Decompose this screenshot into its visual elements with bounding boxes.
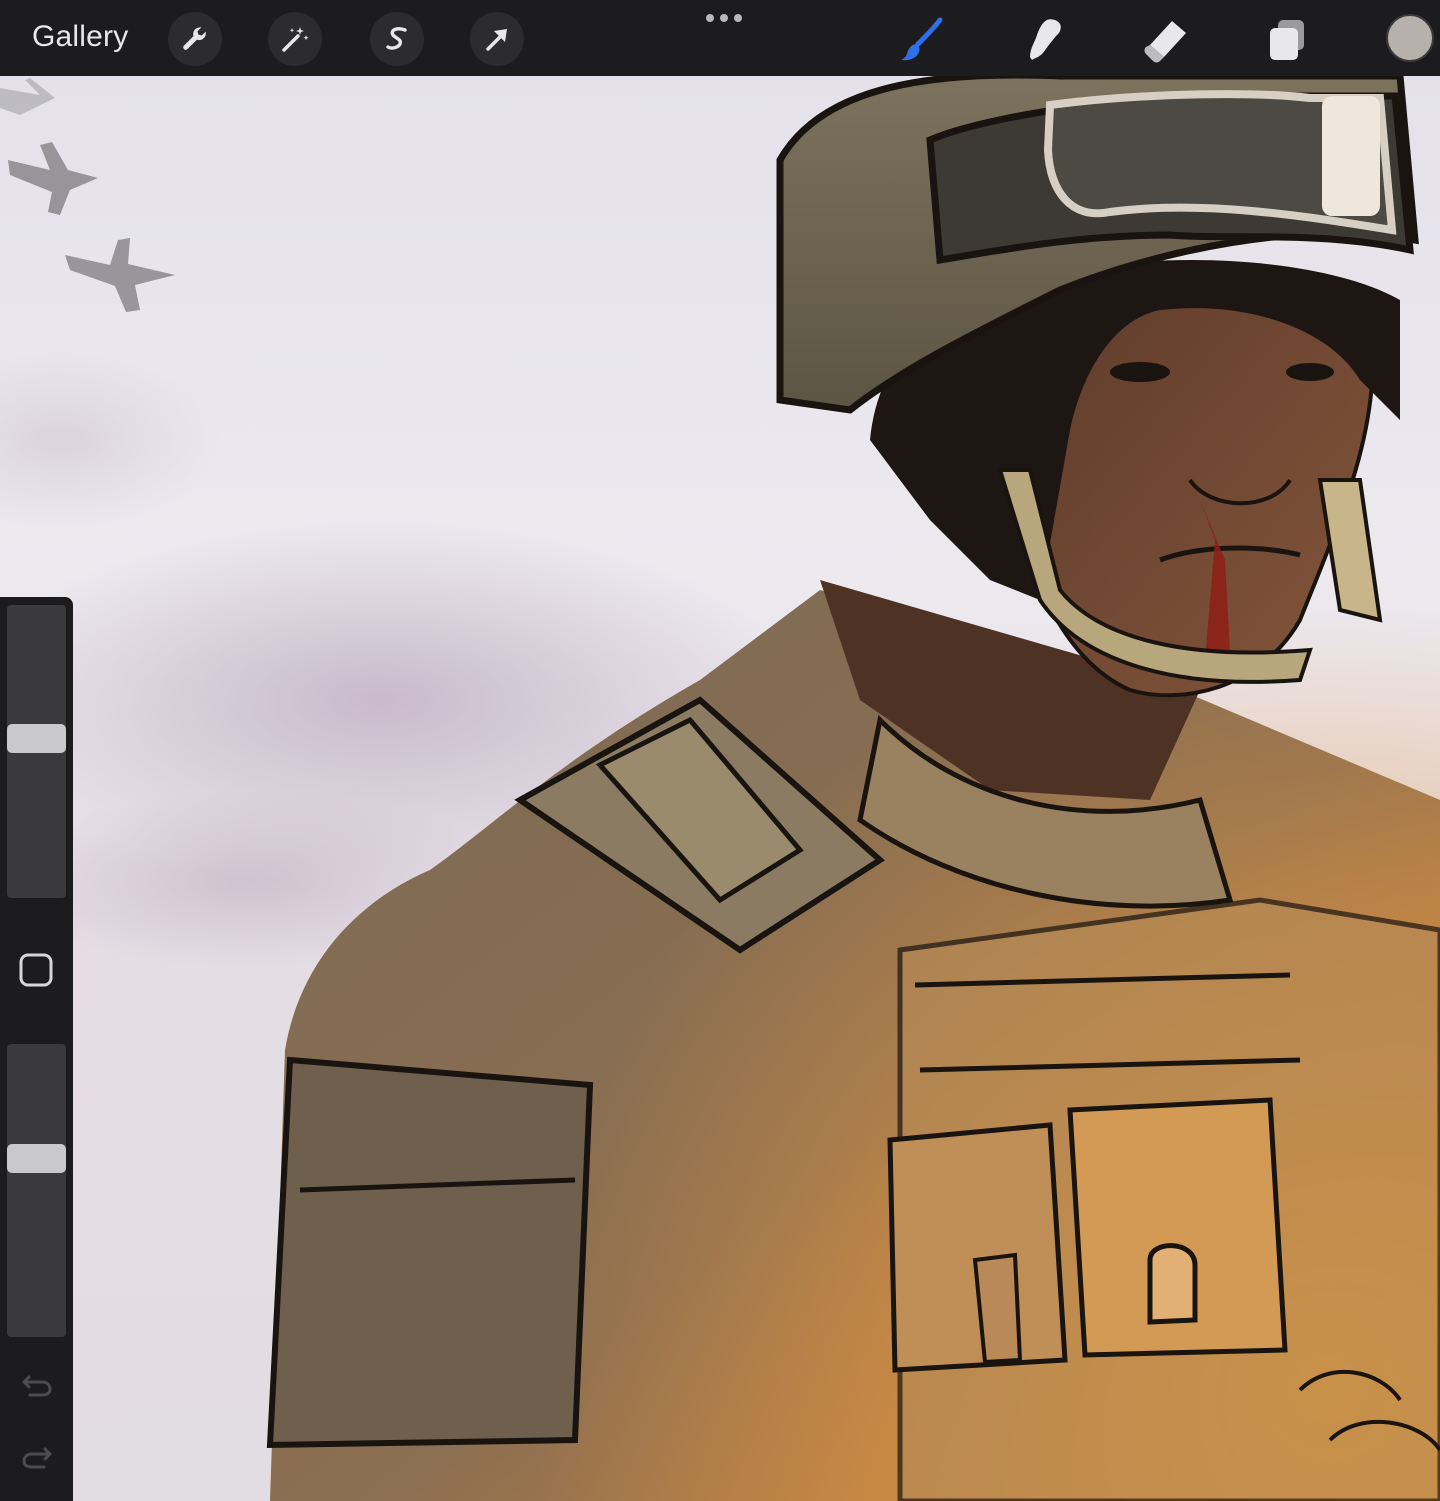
- brush-size-slider[interactable]: [7, 605, 66, 898]
- adjustments-button[interactable]: [268, 12, 322, 66]
- smudge-tool-button[interactable]: [1016, 12, 1072, 68]
- modify-button-square-icon[interactable]: [19, 953, 53, 987]
- magic-wand-icon: [282, 27, 309, 52]
- selection-button[interactable]: [370, 12, 424, 66]
- gallery-button[interactable]: Gallery: [32, 20, 128, 54]
- opacity-slider-thumb[interactable]: [7, 1144, 66, 1174]
- transform-button[interactable]: [470, 12, 524, 66]
- undo-icon[interactable]: [20, 1367, 54, 1401]
- eraser-icon: [1144, 21, 1186, 63]
- color-picker-swatch[interactable]: [1386, 14, 1434, 62]
- actions-button[interactable]: [168, 12, 222, 66]
- layers-button[interactable]: [1260, 12, 1316, 68]
- opacity-slider[interactable]: [7, 1044, 66, 1337]
- brush-tool-button[interactable]: [894, 12, 950, 68]
- brush-icon: [901, 17, 943, 61]
- selection-icon: [386, 27, 407, 50]
- wrench-icon: [183, 27, 206, 50]
- more-options-dots-icon[interactable]: [706, 14, 742, 22]
- left-sidebar: [0, 597, 73, 1501]
- brush-size-slider-thumb[interactable]: [7, 723, 66, 753]
- redo-icon[interactable]: [20, 1439, 54, 1473]
- eraser-tool-button[interactable]: [1138, 12, 1194, 68]
- drawing-canvas[interactable]: [0, 76, 1440, 1501]
- smudge-icon: [1030, 19, 1061, 60]
- layers-icon: [1270, 20, 1304, 60]
- artwork-soldier-illustration: [0, 76, 1440, 1501]
- top-toolbar: Gallery: [0, 0, 1440, 76]
- transform-arrow-icon: [486, 29, 507, 51]
